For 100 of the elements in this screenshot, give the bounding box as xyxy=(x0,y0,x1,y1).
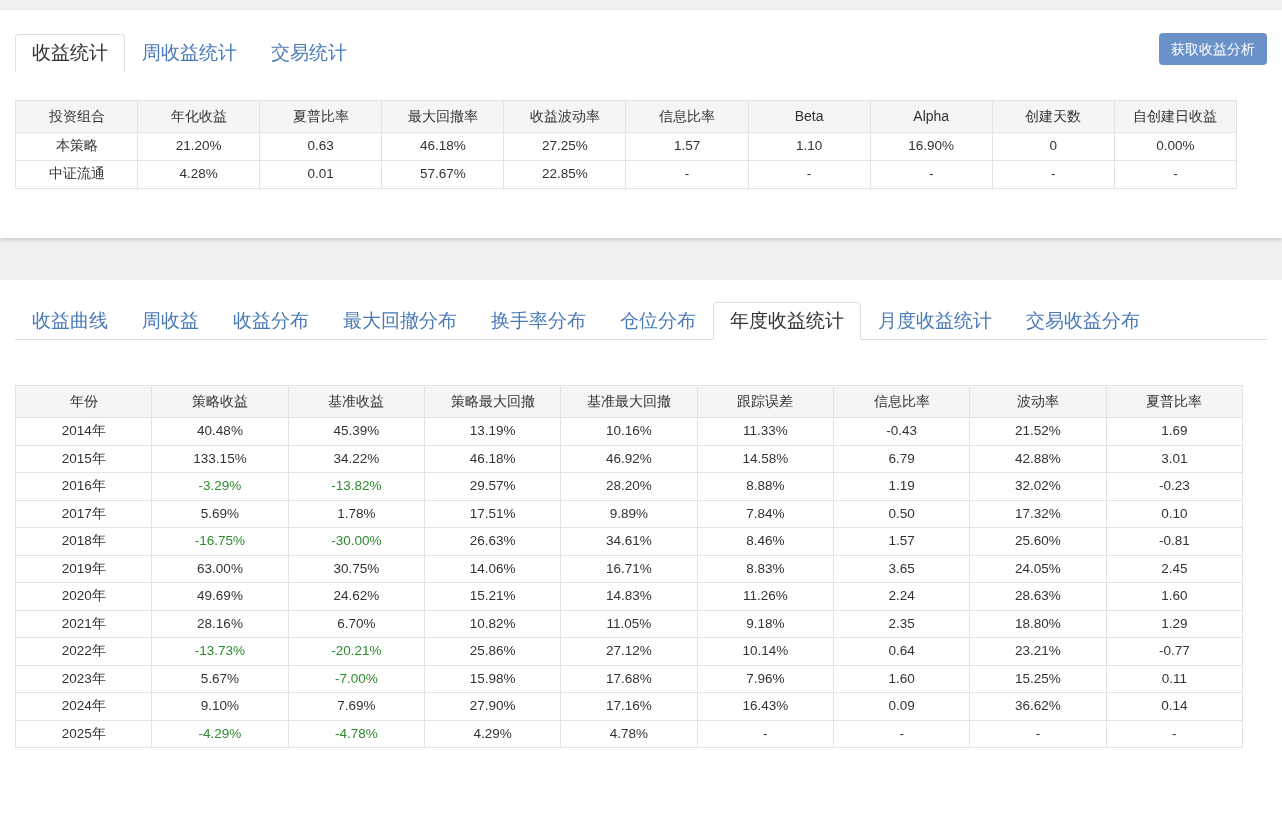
table-cell: 15.98% xyxy=(424,665,561,693)
column-header: 波动率 xyxy=(969,385,1107,418)
table-cell: 25.86% xyxy=(424,637,561,665)
table-cell: 1.29 xyxy=(1106,610,1243,638)
table-cell: 18.80% xyxy=(969,610,1107,638)
column-header: 基准最大回撤 xyxy=(560,385,698,418)
table-cell: 25.60% xyxy=(969,527,1107,555)
tab[interactable]: 收益曲线 xyxy=(15,302,125,340)
table-cell: 1.60 xyxy=(833,665,970,693)
column-header: 基准收益 xyxy=(288,385,425,418)
table-cell: 2018年 xyxy=(15,527,152,555)
tab[interactable]: 最大回撤分布 xyxy=(326,302,474,340)
analysis-button[interactable]: 获取收益分析 xyxy=(1159,33,1267,65)
table-cell: 46.18% xyxy=(381,132,504,161)
tab[interactable]: 仓位分布 xyxy=(603,302,713,340)
column-header: 夏普比率 xyxy=(259,100,382,133)
table-cell: 3.65 xyxy=(833,555,970,583)
table-cell: 2024年 xyxy=(15,692,152,720)
column-header: 年化收益 xyxy=(137,100,260,133)
table-cell: 0.50 xyxy=(833,500,970,528)
table-cell: 21.52% xyxy=(969,417,1107,445)
table-cell: 4.78% xyxy=(560,720,698,748)
table-cell: 10.82% xyxy=(424,610,561,638)
table-cell: 中证流通 xyxy=(15,160,138,189)
table-cell: 8.46% xyxy=(697,527,834,555)
tab[interactable]: 月度收益统计 xyxy=(861,302,1009,340)
tab[interactable]: 年度收益统计 xyxy=(713,302,861,340)
table-cell: 9.10% xyxy=(151,692,289,720)
table-cell: - xyxy=(969,720,1107,748)
column-header: Beta xyxy=(748,100,871,133)
table-cell: 2019年 xyxy=(15,555,152,583)
table-cell: -20.21% xyxy=(288,637,425,665)
table-cell: 9.89% xyxy=(560,500,698,528)
column-header: 策略收益 xyxy=(151,385,289,418)
table-cell: 0.11 xyxy=(1106,665,1243,693)
table-cell: 15.21% xyxy=(424,582,561,610)
tab[interactable]: 收益分布 xyxy=(216,302,326,340)
table-cell: 16.43% xyxy=(697,692,834,720)
table-cell: 10.14% xyxy=(697,637,834,665)
table-cell: 26.63% xyxy=(424,527,561,555)
table-cell: 7.96% xyxy=(697,665,834,693)
tab[interactable]: 收益统计 xyxy=(15,34,125,72)
column-header: 夏普比率 xyxy=(1106,385,1243,418)
table-cell: 1.57 xyxy=(833,527,970,555)
table-cell: 0.14 xyxy=(1106,692,1243,720)
table-cell: 29.57% xyxy=(424,472,561,500)
table-cell: 9.18% xyxy=(697,610,834,638)
table-cell: 27.12% xyxy=(560,637,698,665)
column-header: Alpha xyxy=(870,100,993,133)
table-cell: 10.16% xyxy=(560,417,698,445)
table-cell: -16.75% xyxy=(151,527,289,555)
table-cell: 11.33% xyxy=(697,417,834,445)
table-cell: -4.29% xyxy=(151,720,289,748)
table-cell: 28.63% xyxy=(969,582,1107,610)
table-cell: - xyxy=(870,160,993,189)
table-cell: 0 xyxy=(992,132,1115,161)
table-cell: -13.73% xyxy=(151,637,289,665)
table-cell: 45.39% xyxy=(288,417,425,445)
tab[interactable]: 交易统计 xyxy=(254,34,364,72)
table-cell: 6.70% xyxy=(288,610,425,638)
table-cell: - xyxy=(748,160,871,189)
table-cell: 3.01 xyxy=(1106,445,1243,473)
table-cell: 46.18% xyxy=(424,445,561,473)
tab[interactable]: 周收益 xyxy=(125,302,216,340)
table-cell: 63.00% xyxy=(151,555,289,583)
table-cell: 1.10 xyxy=(748,132,871,161)
column-header: 收益波动率 xyxy=(503,100,626,133)
tab[interactable]: 周收益统计 xyxy=(125,34,254,72)
table-cell: - xyxy=(697,720,834,748)
column-header: 投资组合 xyxy=(15,100,138,133)
table-cell: 21.20% xyxy=(137,132,260,161)
table-cell: 6.79 xyxy=(833,445,970,473)
tab[interactable]: 交易收益分布 xyxy=(1009,302,1157,340)
table-cell: 1.19 xyxy=(833,472,970,500)
table-cell: -4.78% xyxy=(288,720,425,748)
tab[interactable]: 换手率分布 xyxy=(474,302,603,340)
table-cell: -0.77 xyxy=(1106,637,1243,665)
table-cell: 8.83% xyxy=(697,555,834,583)
table-cell: 17.32% xyxy=(969,500,1107,528)
table-cell: 0.00% xyxy=(1114,132,1237,161)
table-cell: 24.05% xyxy=(969,555,1107,583)
table-cell: 7.69% xyxy=(288,692,425,720)
table-cell: 133.15% xyxy=(151,445,289,473)
table-cell: 36.62% xyxy=(969,692,1107,720)
table-cell: 11.05% xyxy=(560,610,698,638)
table-cell: 32.02% xyxy=(969,472,1107,500)
table-cell: 17.51% xyxy=(424,500,561,528)
table-cell: 46.92% xyxy=(560,445,698,473)
table-cell: 14.06% xyxy=(424,555,561,583)
table-cell: 14.58% xyxy=(697,445,834,473)
table-cell: 27.90% xyxy=(424,692,561,720)
table-cell: 23.21% xyxy=(969,637,1107,665)
table-cell: 2022年 xyxy=(15,637,152,665)
table-cell: 0.64 xyxy=(833,637,970,665)
table-cell: 1.69 xyxy=(1106,417,1243,445)
table-cell: 1.78% xyxy=(288,500,425,528)
table-cell: - xyxy=(625,160,749,189)
table-cell: 4.29% xyxy=(424,720,561,748)
table-cell: -13.82% xyxy=(288,472,425,500)
table-cell: -0.23 xyxy=(1106,472,1243,500)
